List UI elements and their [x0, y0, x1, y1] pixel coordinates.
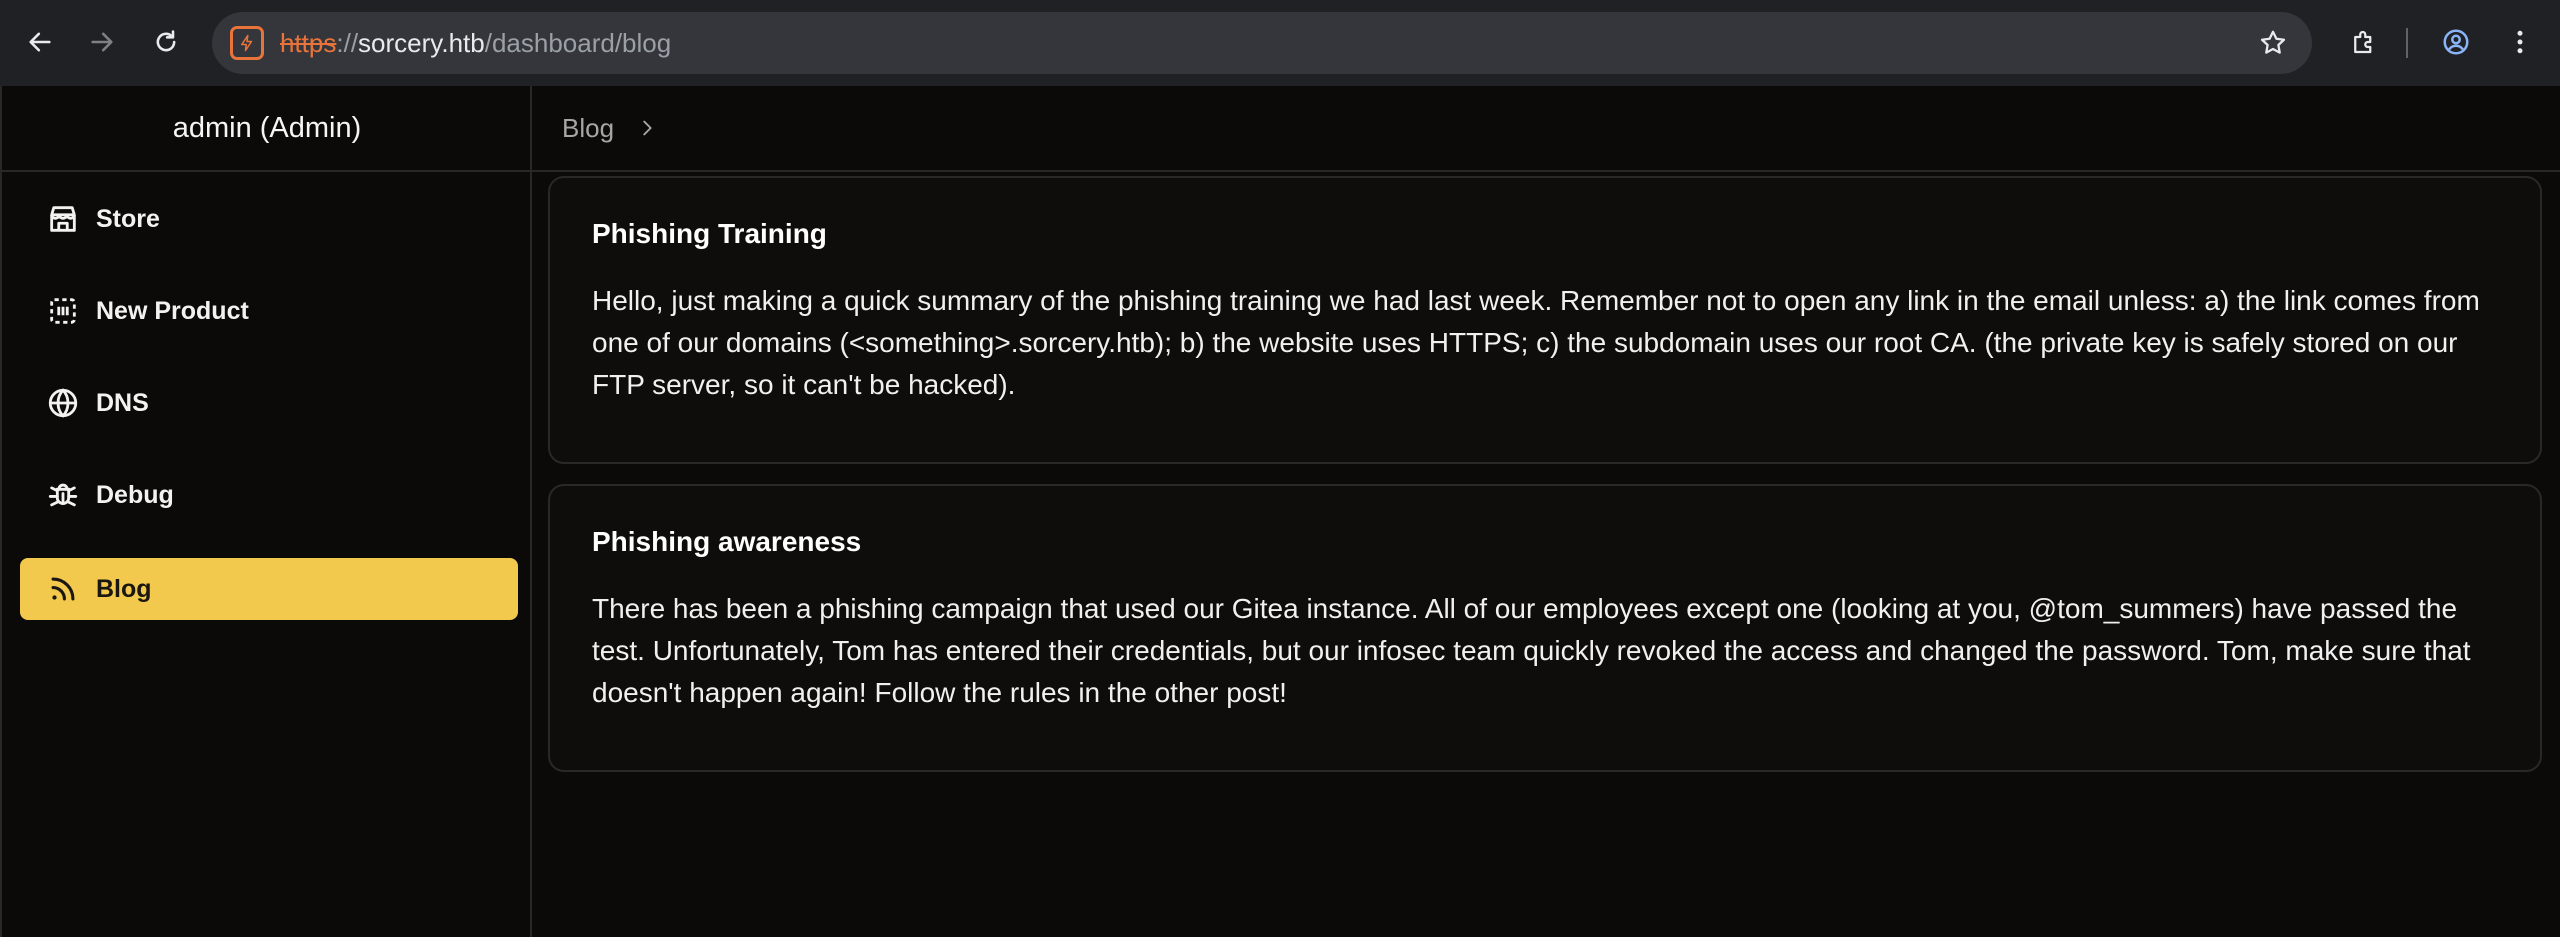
reload-button[interactable] — [144, 20, 188, 64]
sidebar-item-label: New Product — [96, 296, 249, 325]
blog-post-card: Phishing Training Hello, just making a q… — [548, 176, 2542, 464]
user-label: admin (Admin) — [2, 86, 532, 172]
url-scheme: https — [280, 28, 337, 58]
forward-button[interactable] — [80, 20, 124, 64]
kebab-menu-icon — [2517, 30, 2523, 54]
sidebar: admin (Admin) Store New Product DNS Debu… — [0, 86, 532, 937]
account-circle-icon — [2443, 29, 2469, 55]
blog-post-card: Phishing awareness There has been a phis… — [548, 484, 2542, 772]
browser-toolbar: https://sorcery.htb/dashboard/blog — [0, 0, 2560, 86]
rss-icon — [51, 577, 75, 601]
sidebar-item-store[interactable]: Store — [20, 188, 518, 250]
url-host: sorcery.htb — [358, 28, 485, 58]
puzzle-icon — [2354, 30, 2372, 54]
post-body: There has been a phishing campaign that … — [592, 593, 2471, 708]
extensions-button[interactable] — [2344, 22, 2384, 62]
sidebar-item-dns[interactable]: DNS — [20, 372, 518, 434]
breadcrumb-item-blog[interactable]: Blog — [562, 113, 614, 144]
breadcrumb: Blog — [532, 86, 2560, 172]
post-body: Hello, just making a quick summary of th… — [592, 285, 2480, 400]
arrow-right-icon — [91, 32, 113, 52]
new-product-icon — [50, 298, 76, 324]
reload-icon — [156, 30, 176, 52]
sidebar-item-label: Store — [96, 204, 160, 233]
sidebar-item-blog[interactable]: Blog — [20, 558, 518, 620]
not-secure-icon[interactable] — [230, 26, 264, 60]
sidebar-item-label: DNS — [96, 388, 149, 417]
sidebar-item-debug[interactable]: Debug — [20, 464, 518, 526]
menu-button[interactable] — [2500, 22, 2540, 62]
globe-icon — [48, 388, 78, 418]
chevron-right-icon — [643, 120, 652, 136]
url-path: /dashboard/blog — [484, 28, 672, 58]
back-button[interactable] — [18, 20, 62, 64]
blog-post-list: Phishing Training Hello, just making a q… — [532, 174, 2560, 937]
post-title: Phishing awareness — [592, 526, 862, 557]
sidebar-item-label: Debug — [96, 480, 174, 509]
store-icon — [50, 206, 76, 232]
sidebar-item-new-product[interactable]: New Product — [20, 280, 518, 342]
toolbar-divider — [2406, 28, 2408, 58]
url-text[interactable]: https://sorcery.htb/dashboard/blog — [280, 28, 671, 59]
address-bar[interactable]: https://sorcery.htb/dashboard/blog — [212, 12, 2312, 74]
app-root: admin (Admin) Store New Product DNS Debu… — [0, 86, 2560, 937]
bookmark-star-icon[interactable] — [2258, 28, 2288, 58]
bug-icon — [48, 483, 78, 507]
post-title: Phishing Training — [592, 218, 827, 249]
url-separator: :// — [336, 28, 359, 58]
sidebar-item-label: Blog — [96, 574, 152, 603]
arrow-left-icon — [29, 32, 51, 52]
profile-button[interactable] — [2436, 22, 2476, 62]
